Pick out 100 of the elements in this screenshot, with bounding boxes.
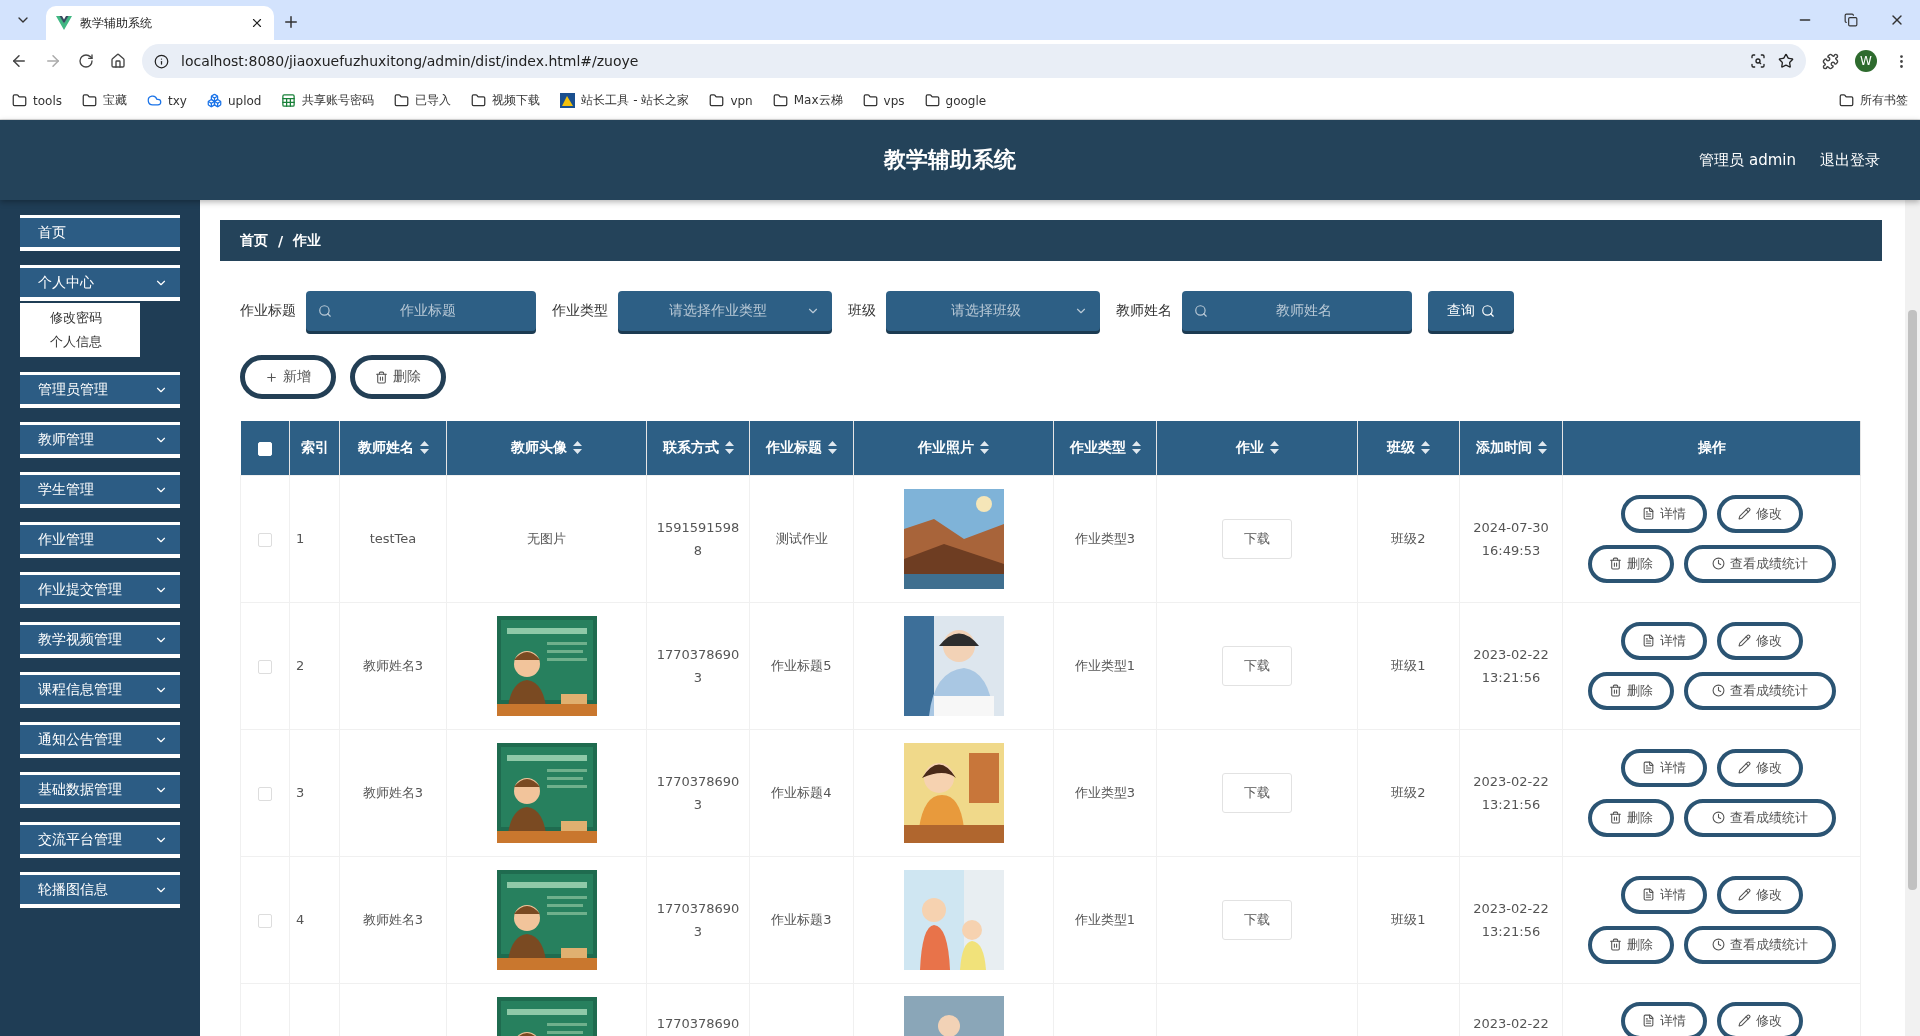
stats-button[interactable]: 查看成绩统计 bbox=[1683, 544, 1836, 583]
column-header[interactable]: 教师头像 bbox=[511, 438, 582, 457]
sidebar-item[interactable]: 管理员管理 bbox=[20, 372, 180, 408]
bookmark[interactable]: 视频下载 bbox=[471, 92, 541, 109]
reload-icon[interactable] bbox=[78, 53, 94, 69]
bookmark[interactable]: uplod bbox=[206, 93, 262, 108]
select-all-checkbox[interactable] bbox=[257, 441, 272, 456]
sidebar-item[interactable]: 首页 bbox=[20, 215, 180, 251]
edit-button[interactable]: 修改 bbox=[1716, 621, 1803, 660]
table-cell: 15915915988 bbox=[656, 519, 740, 558]
edit-button[interactable]: 修改 bbox=[1716, 1001, 1803, 1036]
bookmark[interactable]: 共享账号密码 bbox=[281, 92, 375, 109]
row-checkbox[interactable] bbox=[258, 786, 272, 801]
sheet-icon bbox=[281, 93, 297, 108]
column-header[interactable]: 作业照片 bbox=[918, 438, 989, 457]
bookmark[interactable]: 所有书签 bbox=[1839, 92, 1908, 109]
search-field[interactable]: 教师姓名 bbox=[1182, 291, 1412, 331]
download-button[interactable]: 下载 bbox=[1222, 772, 1292, 813]
column-header[interactable]: 操作 bbox=[1697, 438, 1726, 457]
bookmark[interactable]: vps bbox=[862, 93, 905, 108]
table-cell: 教师姓名3 bbox=[362, 912, 424, 927]
delete-button[interactable]: 删除 bbox=[1587, 671, 1674, 710]
sidebar-item[interactable]: 轮播图信息 bbox=[20, 872, 180, 908]
breadcrumb-item[interactable]: 作业 bbox=[293, 231, 322, 250]
bookmark[interactable]: vpn bbox=[709, 93, 753, 108]
select-field[interactable]: 请选择班级 bbox=[886, 291, 1100, 331]
delete-button[interactable]: 删除 bbox=[1587, 544, 1674, 583]
sidebar-item[interactable]: 交流平台管理 bbox=[20, 822, 180, 858]
search-field[interactable]: 作业标题 bbox=[306, 291, 536, 331]
close-icon[interactable] bbox=[250, 16, 264, 30]
sort-icon[interactable] bbox=[828, 441, 837, 455]
row-checkbox[interactable] bbox=[258, 659, 272, 674]
sort-icon[interactable] bbox=[1131, 441, 1141, 455]
bookmark[interactable]: tools bbox=[12, 93, 62, 108]
sort-icon[interactable] bbox=[1537, 441, 1547, 455]
lens-icon[interactable] bbox=[1750, 53, 1766, 69]
bookmark[interactable]: Max云梯 bbox=[772, 92, 843, 109]
bookmark[interactable]: 宝藏 bbox=[82, 92, 127, 109]
scrollbar[interactable] bbox=[1905, 200, 1920, 1036]
sort-icon[interactable] bbox=[573, 441, 582, 455]
address-bar[interactable]: localhost:8080/jiaoxuefuzhuxitong/admin/dist/index.html#/zuoye bbox=[142, 44, 1806, 78]
sort-icon[interactable] bbox=[1421, 441, 1430, 455]
site-icon bbox=[560, 93, 576, 108]
edit-button[interactable]: 修改 bbox=[1716, 875, 1803, 914]
sidebar-item[interactable]: 作业管理 bbox=[20, 522, 180, 558]
bookmark[interactable]: 站长工具 - 站长之家 bbox=[560, 92, 690, 109]
detail-button[interactable]: 详情 bbox=[1620, 748, 1707, 787]
sidebar-item[interactable]: 课程信息管理 bbox=[20, 672, 180, 708]
edit-button[interactable]: 修改 bbox=[1716, 494, 1803, 533]
extensions-icon[interactable] bbox=[1822, 52, 1839, 70]
sidebar-item[interactable]: 作业提交管理 bbox=[20, 572, 180, 608]
query-button[interactable]: 查询 bbox=[1428, 291, 1514, 331]
profile-avatar[interactable]: W bbox=[1855, 50, 1877, 72]
breadcrumb-item[interactable]: 首页 bbox=[240, 231, 268, 250]
delete-button[interactable]: 删除 bbox=[1587, 798, 1674, 837]
stats-button[interactable]: 查看成绩统计 bbox=[1683, 925, 1836, 964]
browser-tab[interactable]: 教学辅助系统 bbox=[46, 6, 274, 40]
detail-button[interactable]: 详情 bbox=[1620, 494, 1707, 533]
sidebar-item[interactable]: 教师管理 bbox=[20, 422, 180, 458]
edit-button[interactable]: 修改 bbox=[1716, 748, 1803, 787]
detail-button[interactable]: 详情 bbox=[1620, 621, 1707, 660]
new-tab-icon[interactable] bbox=[282, 13, 300, 31]
home-icon[interactable] bbox=[110, 53, 126, 69]
download-button[interactable]: 下载 bbox=[1222, 518, 1292, 559]
row-checkbox[interactable] bbox=[258, 532, 272, 547]
bookmark[interactable]: 已导入 bbox=[394, 92, 452, 109]
sort-icon[interactable] bbox=[1269, 441, 1279, 455]
table-cell: 2024-07-30 16:49:53 bbox=[1473, 519, 1549, 558]
download-button[interactable]: 下载 bbox=[1222, 899, 1292, 940]
detail-button[interactable]: 详情 bbox=[1620, 875, 1707, 914]
back-icon[interactable] bbox=[10, 52, 28, 70]
column-header[interactable]: 作业 bbox=[1235, 438, 1279, 457]
star-icon[interactable] bbox=[1778, 53, 1794, 69]
sort-icon[interactable] bbox=[419, 441, 429, 455]
download-button[interactable]: 下载 bbox=[1222, 645, 1292, 686]
select-field[interactable]: 请选择作业类型 bbox=[618, 291, 832, 331]
delete-button[interactable]: 删除 bbox=[1587, 925, 1674, 964]
column-header[interactable]: 班级 bbox=[1387, 438, 1430, 457]
sidebar-item[interactable]: 通知公告管理 bbox=[20, 722, 180, 758]
sort-icon[interactable] bbox=[724, 441, 734, 455]
logout-link[interactable]: 退出登录 bbox=[1820, 150, 1880, 170]
restore-icon[interactable] bbox=[1844, 13, 1858, 27]
add-button[interactable]: 新增 bbox=[240, 355, 336, 399]
sort-icon[interactable] bbox=[980, 441, 989, 455]
sidebar-item[interactable]: 学生管理 bbox=[20, 472, 180, 508]
sidebar-item[interactable]: 个人中心 bbox=[20, 265, 180, 301]
info-icon[interactable] bbox=[154, 53, 169, 69]
delete-button[interactable]: 删除 bbox=[350, 355, 446, 399]
stats-button[interactable]: 查看成绩统计 bbox=[1683, 671, 1836, 710]
stats-button[interactable]: 查看成绩统计 bbox=[1683, 798, 1836, 837]
submenu-item[interactable]: 修改密码 bbox=[20, 309, 140, 327]
folder-icon bbox=[924, 93, 940, 108]
bookmark[interactable]: txy bbox=[147, 93, 187, 108]
row-checkbox[interactable] bbox=[258, 913, 272, 928]
sidebar-item[interactable]: 教学视频管理 bbox=[20, 622, 180, 658]
document-icon bbox=[1641, 888, 1655, 901]
detail-button[interactable]: 详情 bbox=[1620, 1001, 1707, 1036]
sidebar-item[interactable]: 基础数据管理 bbox=[20, 772, 180, 808]
submenu-item[interactable]: 个人信息 bbox=[20, 333, 140, 351]
bookmark[interactable]: google bbox=[924, 93, 987, 108]
